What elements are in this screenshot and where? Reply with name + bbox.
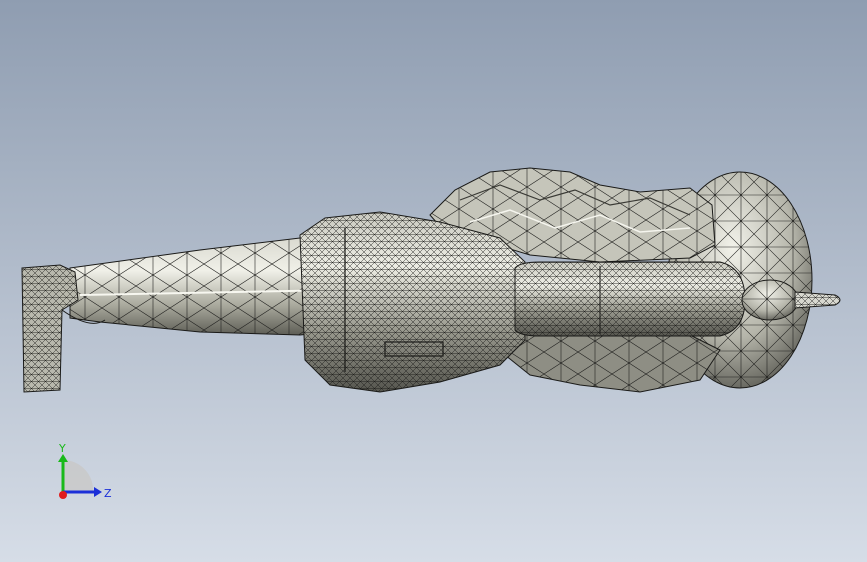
y-axis-label: Y [58, 442, 66, 455]
axis-triad: Y Z [58, 442, 112, 500]
triad-quadrant [63, 459, 94, 492]
model-render[interactable] [0, 0, 867, 562]
x-axis-dot [59, 491, 67, 499]
y-axis-arrow [58, 454, 68, 462]
sleeve-cylinder [514, 261, 746, 337]
z-axis-label: Z [104, 487, 112, 500]
main-body [299, 211, 526, 393]
graphics-viewport[interactable]: Y Z [0, 0, 867, 562]
z-axis-arrow [94, 487, 102, 497]
